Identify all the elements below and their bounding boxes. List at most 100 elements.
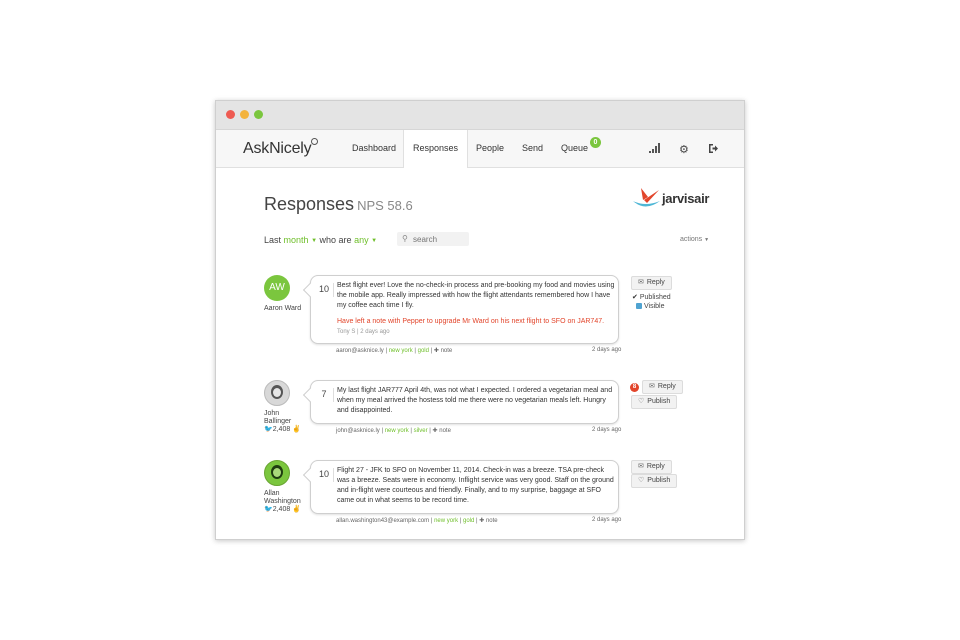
nav-dashboard[interactable]: Dashboard <box>352 130 396 167</box>
nps-score-value: 10 <box>318 284 329 294</box>
close-window-button[interactable] <box>226 110 235 119</box>
note-text: Have left a note with Pepper to upgrade … <box>337 318 605 325</box>
respondent-name[interactable]: John Ballinger 🐦2,408 ✌ <box>264 410 304 434</box>
chevron-down-icon: ▼ <box>371 238 378 244</box>
segment-dropdown[interactable]: any ▼ <box>354 235 377 245</box>
twitter-followers: 🐦2,408 ✌ <box>264 506 301 513</box>
nps-score-value: 10 <box>318 469 329 479</box>
response-comment: Best flight ever! Love the no-check-in p… <box>337 282 615 309</box>
page-title-text: Responses <box>264 194 355 214</box>
filter-bar: Last month ▼ who are any ▼ <box>264 235 377 245</box>
app-logo[interactable]: AskNicely <box>243 138 319 158</box>
chevron-down-icon: ▼ <box>311 238 318 244</box>
gear-icon[interactable]: ⚙ <box>679 143 689 156</box>
jarvis-plane-icon <box>633 188 660 207</box>
chevron-down-icon: ▼ <box>704 237 710 243</box>
nav-people[interactable]: People <box>476 130 504 167</box>
nav-queue-label: Queue <box>561 143 589 153</box>
respondent-name[interactable]: Allan Washington 🐦2,408 ✌ <box>264 490 304 514</box>
respondent-email[interactable]: john@asknice.ly <box>336 428 380 434</box>
visible-toggle[interactable]: Visible <box>636 302 665 311</box>
published-status: ✔ Published <box>632 294 671 301</box>
add-note-link[interactable]: ✚ note <box>434 348 452 354</box>
hand-icon: ✌ <box>292 426 301 433</box>
avatar[interactable]: AW <box>264 275 290 301</box>
response-time: 2 days ago <box>592 517 622 523</box>
tag-tier[interactable]: gold <box>418 348 429 354</box>
avatar-face <box>273 388 281 397</box>
hand-icon: ✌ <box>292 506 301 513</box>
tag-location[interactable]: new york <box>389 348 413 354</box>
respondent-email[interactable]: aaron@asknice.ly <box>336 348 384 354</box>
response-comment: My last flight JAR777 April 4th, was not… <box>337 387 613 414</box>
nav-queue[interactable]: Queue <box>561 130 588 167</box>
avatar[interactable] <box>264 380 290 406</box>
response-meta: allan.washington43@example.com | new yor… <box>336 518 498 524</box>
minimize-window-button[interactable] <box>240 110 249 119</box>
response-meta: john@asknice.ly | new york | silver | ✚ … <box>336 428 451 434</box>
reply-button[interactable]: ✉ Reply <box>631 276 672 290</box>
add-note-link[interactable]: ✚ note <box>433 428 451 434</box>
response-comment: Flight 27 - JFK to SFO on November 11, 2… <box>337 467 614 504</box>
tag-tier[interactable]: gold <box>463 518 474 524</box>
brand-name: jarvisair <box>662 191 710 206</box>
check-icon: ✔ <box>632 294 638 301</box>
period-dropdown[interactable]: month ▼ <box>284 235 317 245</box>
response-meta: aaron@asknice.ly | new york | gold | ✚ n… <box>336 348 453 354</box>
avatar[interactable] <box>264 460 290 486</box>
envelope-icon: ✉ <box>638 279 644 286</box>
plus-icon: ✚ <box>432 428 438 434</box>
response-bubble: 7 My last flight JAR777 April 4th, was n… <box>310 380 619 424</box>
twitter-icon: 🐦 <box>264 426 273 433</box>
alert-count-badge: 8 <box>630 383 639 392</box>
queue-count-badge: 0 <box>590 137 601 148</box>
note-meta: Tony S | 2 days ago <box>337 329 390 335</box>
response-bubble: 10 Flight 27 - JFK to SFO on November 11… <box>310 460 619 514</box>
twitter-followers: 🐦2,408 ✌ <box>264 426 301 433</box>
plus-icon: ✚ <box>479 518 485 524</box>
respondent-name[interactable]: Aaron Ward <box>264 305 304 313</box>
reply-button[interactable]: ✉ Reply <box>631 460 672 474</box>
envelope-icon: ✉ <box>649 383 655 390</box>
filter-who-label: who are <box>319 235 352 245</box>
logo-ring-icon <box>311 138 319 145</box>
envelope-icon: ✉ <box>638 463 644 470</box>
nps-score: NPS 58.6 <box>357 198 413 213</box>
tag-location[interactable]: new york <box>434 518 458 524</box>
response-time: 2 days ago <box>592 347 622 353</box>
search-box[interactable]: ⚲ <box>397 232 469 246</box>
internal-note: Have left a note with Pepper to upgrade … <box>337 317 615 337</box>
publish-button[interactable]: ♡ Publish <box>631 395 678 409</box>
score-divider <box>333 468 334 482</box>
reply-button[interactable]: ✉ Reply <box>642 380 683 394</box>
page-title: Responses NPS 58.6 <box>264 194 413 215</box>
response-bubble: 10 Best flight ever! Love the no-check-i… <box>310 275 619 344</box>
avatar-face <box>273 468 281 477</box>
search-icon: ⚲ <box>402 234 408 243</box>
response-time: 2 days ago <box>592 427 622 433</box>
app-window: AskNicely Dashboard Responses People Sen… <box>215 100 745 540</box>
tag-location[interactable]: new york <box>385 428 409 434</box>
maximize-window-button[interactable] <box>254 110 263 119</box>
heart-icon: ♡ <box>638 477 645 484</box>
filter-last-label: Last <box>264 235 282 245</box>
score-divider <box>333 388 334 402</box>
tag-tier[interactable]: silver <box>414 428 428 434</box>
visible-checkbox-icon <box>636 303 642 309</box>
add-note-link[interactable]: ✚ note <box>479 518 497 524</box>
plus-icon: ✚ <box>433 348 439 354</box>
signal-bars-icon[interactable] <box>649 143 661 153</box>
nav-send[interactable]: Send <box>522 130 543 167</box>
heart-icon: ♡ <box>638 398 645 405</box>
nps-score-value: 7 <box>321 389 327 399</box>
twitter-icon: 🐦 <box>264 506 273 513</box>
window-titlebar <box>216 101 744 130</box>
score-divider <box>333 283 334 297</box>
actions-dropdown[interactable]: actions ▼ <box>680 236 709 243</box>
publish-button[interactable]: ♡ Publish <box>631 474 678 488</box>
brand-logo: jarvisair <box>631 186 721 212</box>
nav-responses[interactable]: Responses <box>403 130 469 168</box>
search-input[interactable] <box>413 233 465 245</box>
respondent-email[interactable]: allan.washington43@example.com <box>336 518 429 524</box>
logout-icon[interactable] <box>708 143 719 157</box>
